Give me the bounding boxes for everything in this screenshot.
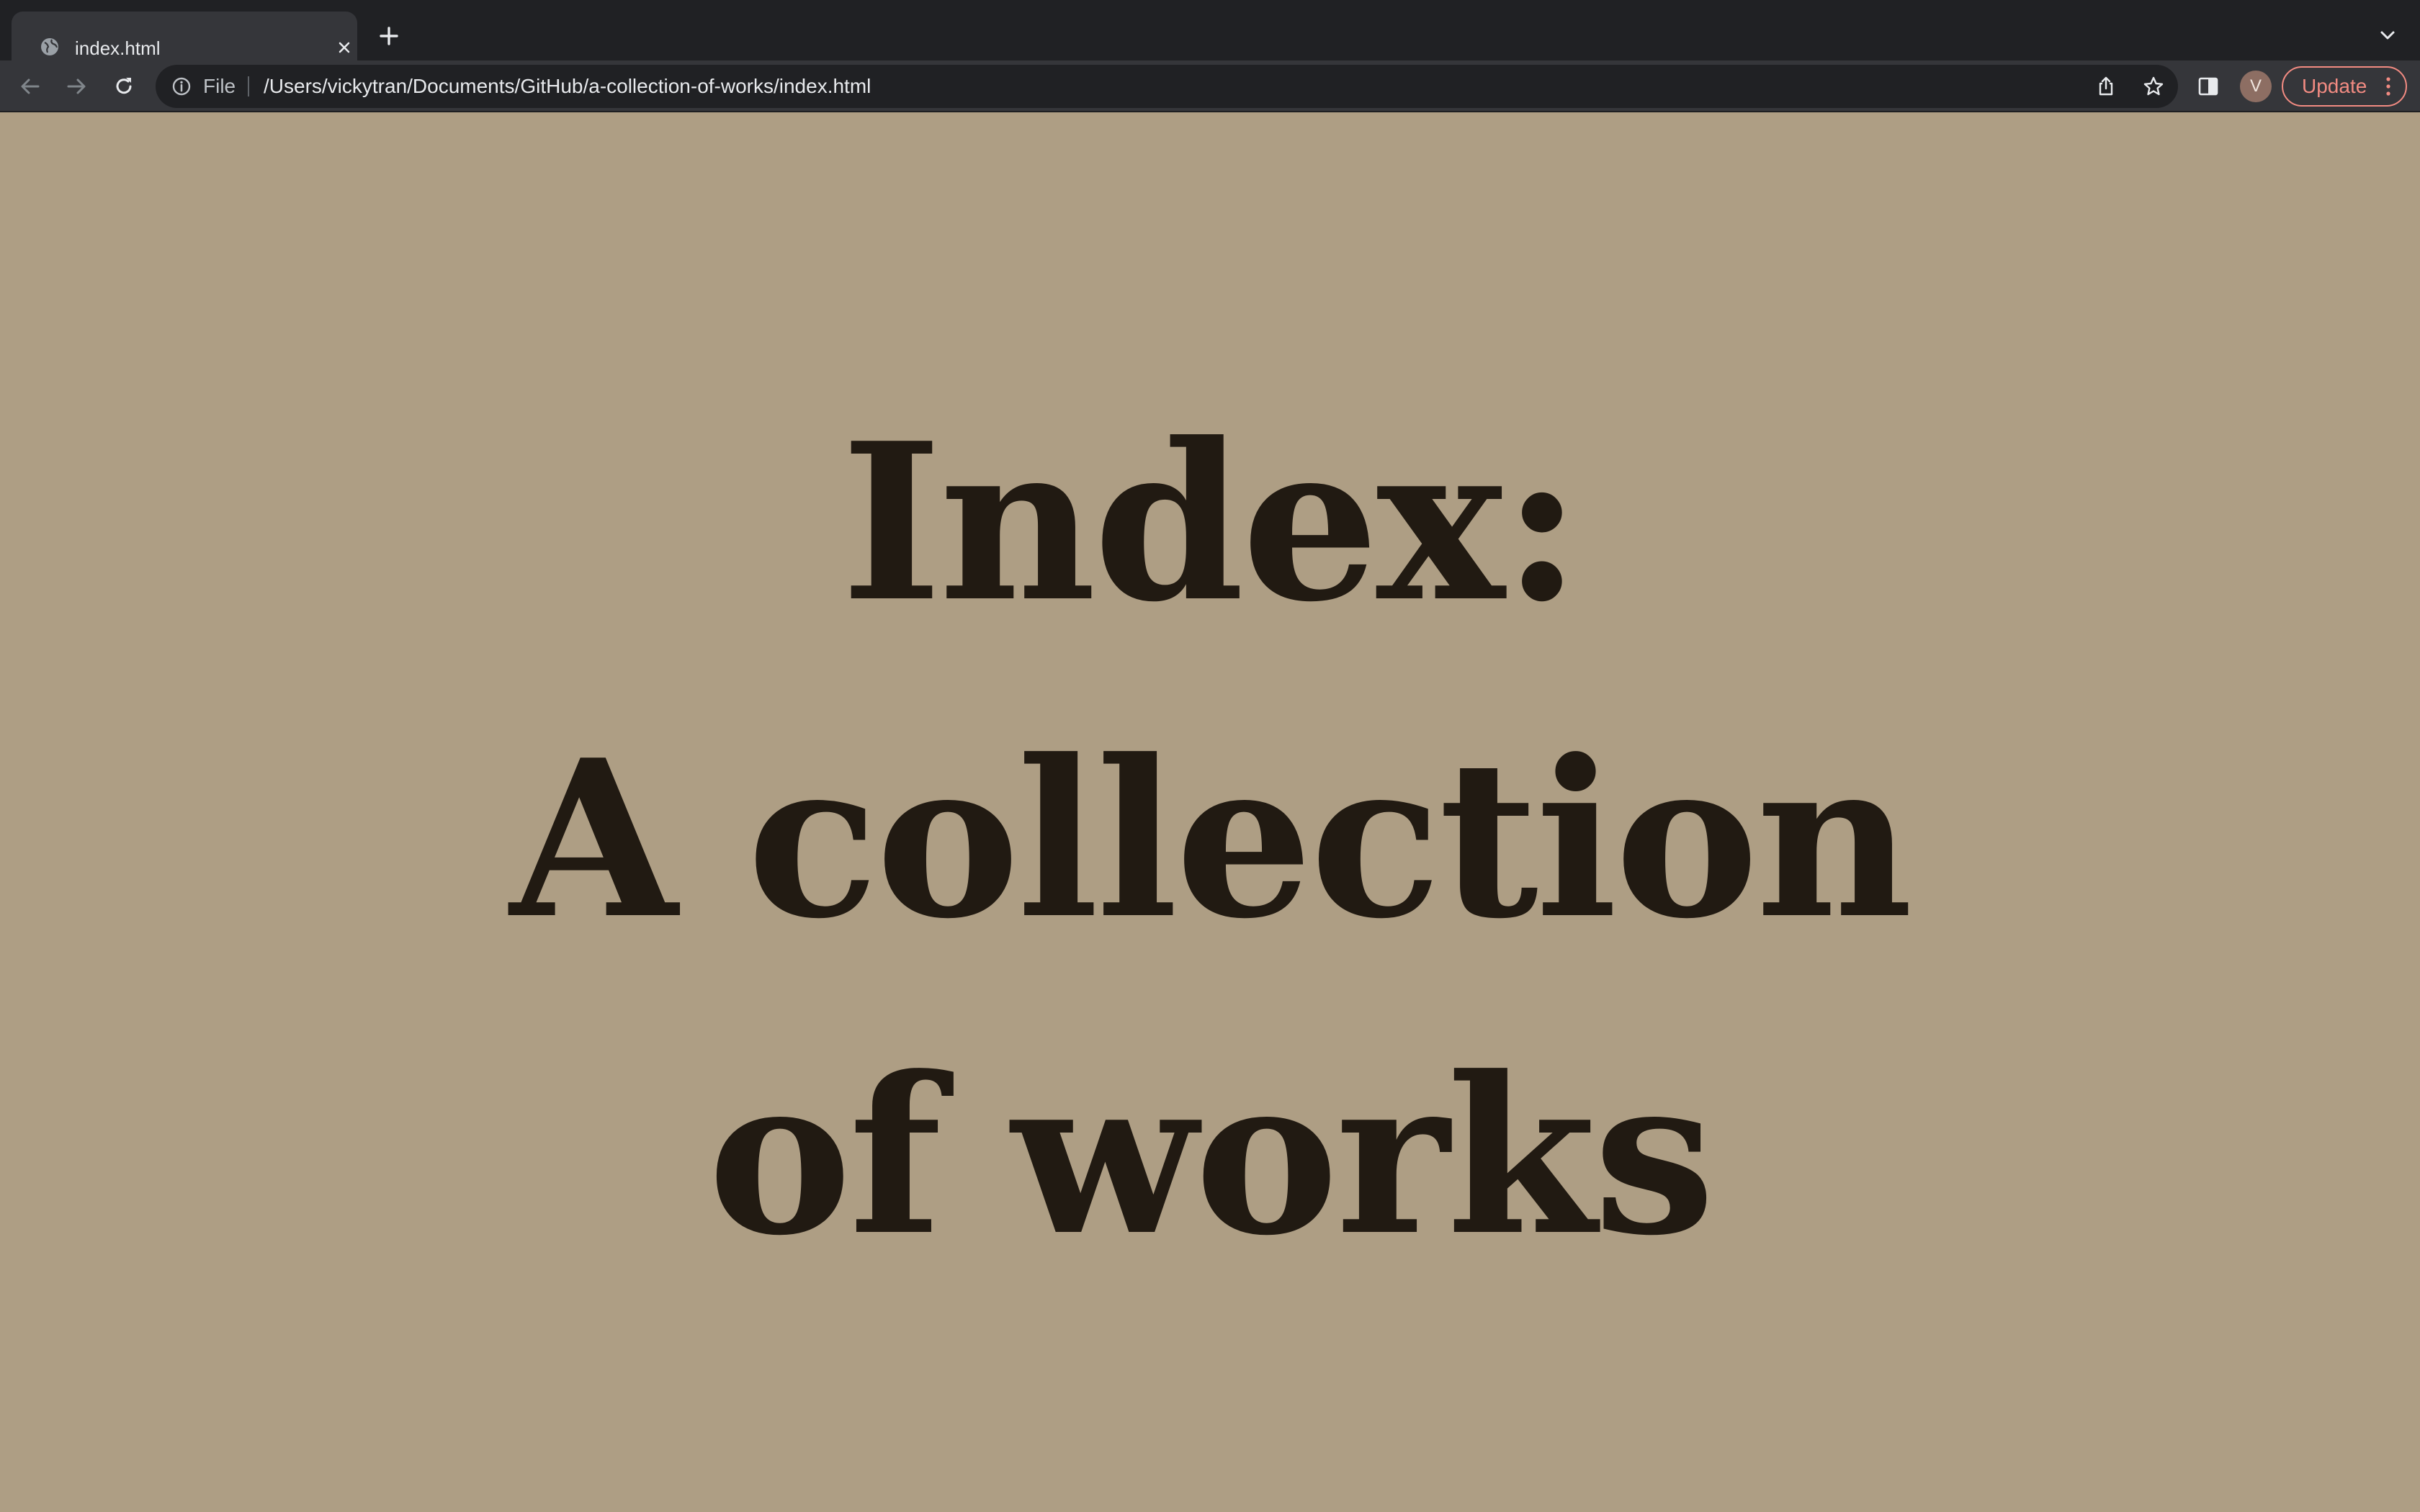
scheme-label: File	[203, 75, 236, 97]
page-title: Index: A collection of works	[0, 364, 2420, 1315]
share-icon[interactable]	[2094, 75, 2118, 98]
title-line-a-collection: A collection	[509, 712, 1913, 966]
omnibox-divider	[248, 76, 249, 96]
side-panel-icon[interactable]	[2195, 73, 2221, 99]
title-line-index: Index:	[841, 395, 1582, 649]
update-button[interactable]: Update	[2282, 66, 2407, 107]
info-icon[interactable]	[171, 76, 192, 96]
reload-icon[interactable]	[111, 73, 137, 99]
close-icon[interactable]	[334, 37, 354, 58]
forward-arrow-icon[interactable]	[63, 73, 89, 99]
title-line-of-works: of works	[707, 1029, 1716, 1283]
tab-title: index.html	[75, 37, 161, 59]
tab-index-html[interactable]: index.html	[12, 12, 357, 60]
kebab-menu-icon	[2386, 77, 2390, 96]
plus-icon[interactable]	[375, 22, 403, 50]
back-arrow-icon[interactable]	[17, 73, 43, 99]
avatar[interactable]: V	[2240, 71, 2272, 102]
toolbar: File /Users/vickytran/Documents/GitHub/a…	[0, 60, 2420, 112]
chevron-down-icon[interactable]	[2375, 23, 2400, 48]
update-label: Update	[2302, 75, 2367, 97]
browser-chrome: index.html File /Users/vickytran/Documen…	[0, 0, 2420, 112]
address-bar[interactable]: File /Users/vickytran/Documents/GitHub/a…	[156, 65, 2178, 108]
tab-strip: index.html	[0, 0, 2420, 60]
globe-icon	[41, 38, 58, 55]
page-content: Index: A collection of works	[0, 112, 2420, 1512]
star-icon[interactable]	[2142, 75, 2165, 98]
url-text[interactable]: /Users/vickytran/Documents/GitHub/a-coll…	[264, 65, 871, 108]
